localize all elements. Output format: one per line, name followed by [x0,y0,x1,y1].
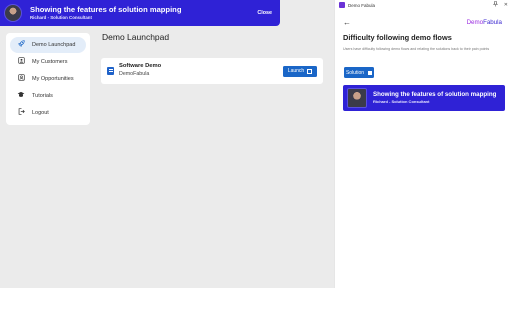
avatar [347,88,367,108]
demo-banner: Showing the features of solution mapping… [0,0,280,26]
sidebar-item-demo-launchpad[interactable]: Demo Launchpad [10,37,86,53]
rocket-icon [17,40,25,49]
brand-logo: DemoFabula [467,19,502,26]
demo-card: Software Demo DemoFabula Launch [101,58,323,84]
stop-icon [368,70,373,75]
app-logo-icon [339,2,345,8]
banner-title: Showing the features of solution mapping [30,4,182,14]
back-arrow-icon[interactable]: ← [343,18,351,27]
sidebar-item-my-customers[interactable]: My Customers [10,54,86,70]
panel-nav: ← DemoFabula [335,16,512,28]
sidebar: Demo Launchpad My Customers My Opportuni… [6,33,90,125]
solution-button-label: Solution [345,69,365,76]
panel-title: Difficulty following demo flows [343,33,452,42]
brand-part1: Demo [466,18,484,26]
page-title: Demo Launchpad [102,32,170,42]
brand-part2: Fabula [483,18,502,26]
close-panel-icon[interactable]: ✕ [504,2,508,8]
feature-title: Showing the features of solution mapping [373,90,497,98]
solution-button[interactable]: Solution [344,67,374,78]
banner-subtitle: Richard - Solution Consultant [30,15,92,21]
page-background [0,288,512,320]
sidebar-item-logout[interactable]: Logout [10,105,86,121]
banner-text: Showing the features of solution mapping… [30,4,257,21]
launch-button-label: Launch [287,68,305,74]
sidebar-item-label: Tutorials [32,92,53,99]
pin-icon[interactable] [492,1,498,9]
sidebar-item-label: My Opportunities [32,75,74,82]
launch-button[interactable]: Launch [283,65,317,77]
avatar [4,4,22,22]
app-window: Showing the features of solution mapping… [0,0,334,288]
demo-name: Software Demo [119,63,162,70]
panel-header: Demo Fabula ✕ [335,0,512,10]
feature-subtitle: Richard - Solution Consultant [373,99,430,105]
demo-info: Software Demo DemoFabula [119,64,283,77]
sidebar-item-label: Logout [32,109,49,116]
panel-description: Users have difficulty following demo flo… [343,47,490,51]
feature-text: Showing the features of solution mapping… [373,90,497,105]
document-icon [107,67,114,75]
feature-card[interactable]: Showing the features of solution mapping… [343,85,505,111]
opportunities-icon [17,74,25,83]
sidebar-item-tutorials[interactable]: Tutorials [10,88,86,104]
logout-icon [17,108,25,117]
app-name: Demo Fabula [348,2,376,8]
close-button[interactable]: Close [257,10,272,16]
demo-company: DemoFabula [119,71,150,78]
launch-icon [307,68,313,74]
graduation-cap-icon [17,91,25,100]
customers-icon [17,57,25,66]
sidebar-item-label: My Customers [32,58,68,65]
sidebar-item-label: Demo Launchpad [32,41,76,48]
side-panel: Demo Fabula ✕ ← DemoFabula Difficulty fo… [334,0,512,288]
sidebar-item-my-opportunities[interactable]: My Opportunities [10,71,86,87]
